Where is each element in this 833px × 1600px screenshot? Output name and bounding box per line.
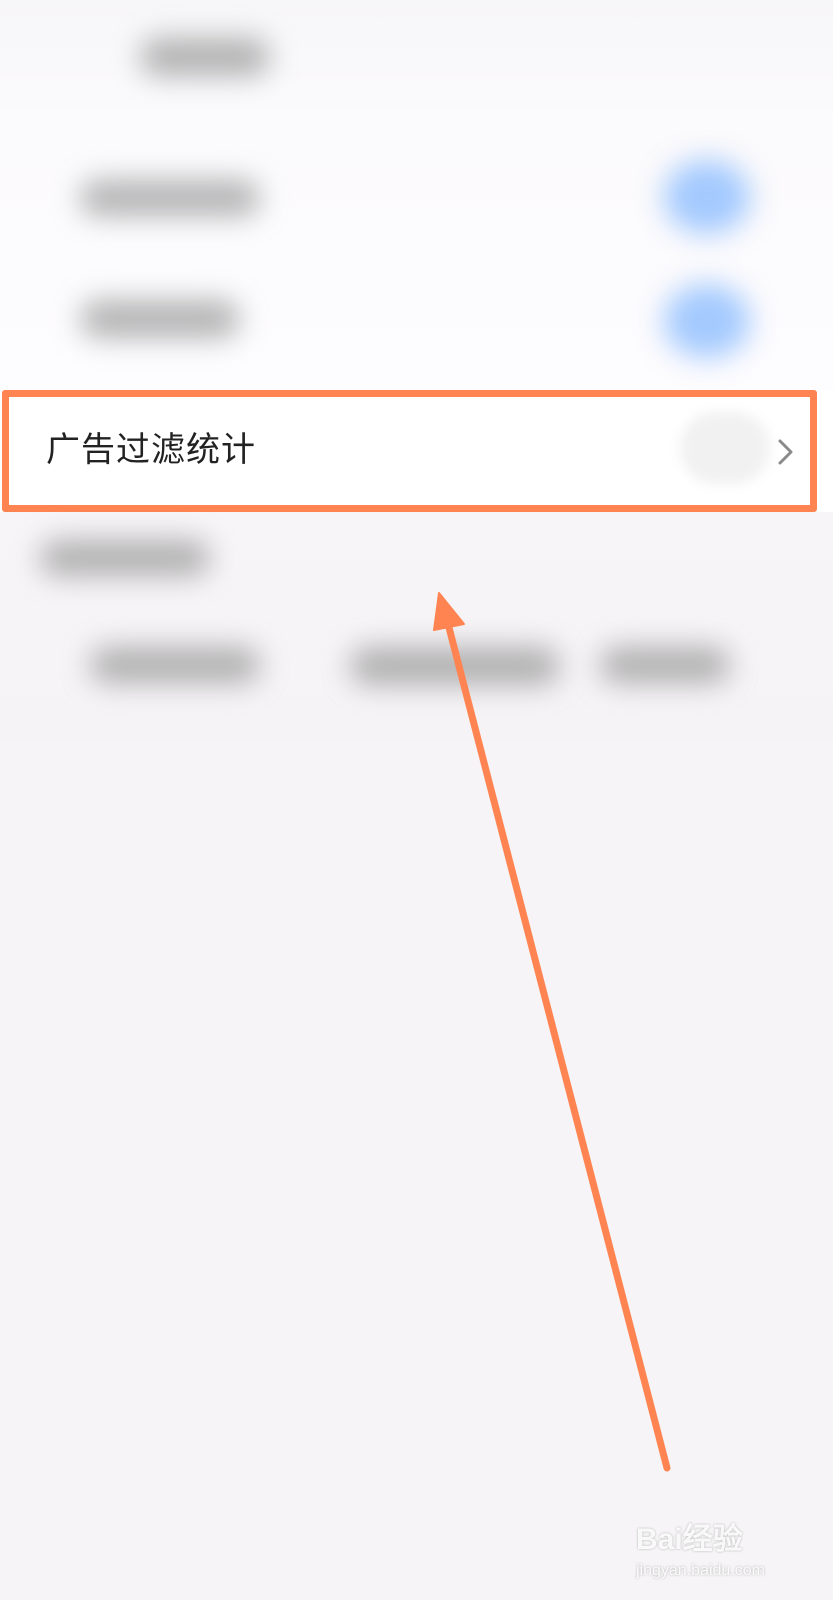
ad-filter-stats-row[interactable]: 广告过滤统计 (0, 390, 833, 512)
blurred-toggle[interactable] (664, 160, 750, 234)
blurred-section-header (40, 540, 210, 576)
blurred-setting-label (80, 300, 240, 338)
watermark-logo-text: Bai经验 (636, 1523, 743, 1556)
baidu-jingyan-watermark: Bai经验 jingyan.baidu.com (636, 1522, 796, 1584)
blurred-stat-item (350, 647, 560, 685)
blurred-settings-section (0, 0, 833, 390)
settings-screen: 广告过滤统计 Bai经验 jingyan.baidu.com (0, 0, 833, 1600)
blurred-row-value (680, 412, 770, 484)
ad-filter-stats-label: 广告过滤统计 (46, 430, 256, 470)
blurred-stat-item (600, 647, 730, 683)
chevron-right-icon (778, 439, 793, 465)
blurred-toggle[interactable] (664, 284, 750, 358)
blurred-setting-label (80, 180, 260, 216)
blurred-stat-item (90, 647, 260, 683)
blurred-section-header (140, 38, 270, 76)
watermark-url: jingyan.baidu.com (636, 1562, 765, 1579)
blurred-lower-section (0, 512, 833, 742)
